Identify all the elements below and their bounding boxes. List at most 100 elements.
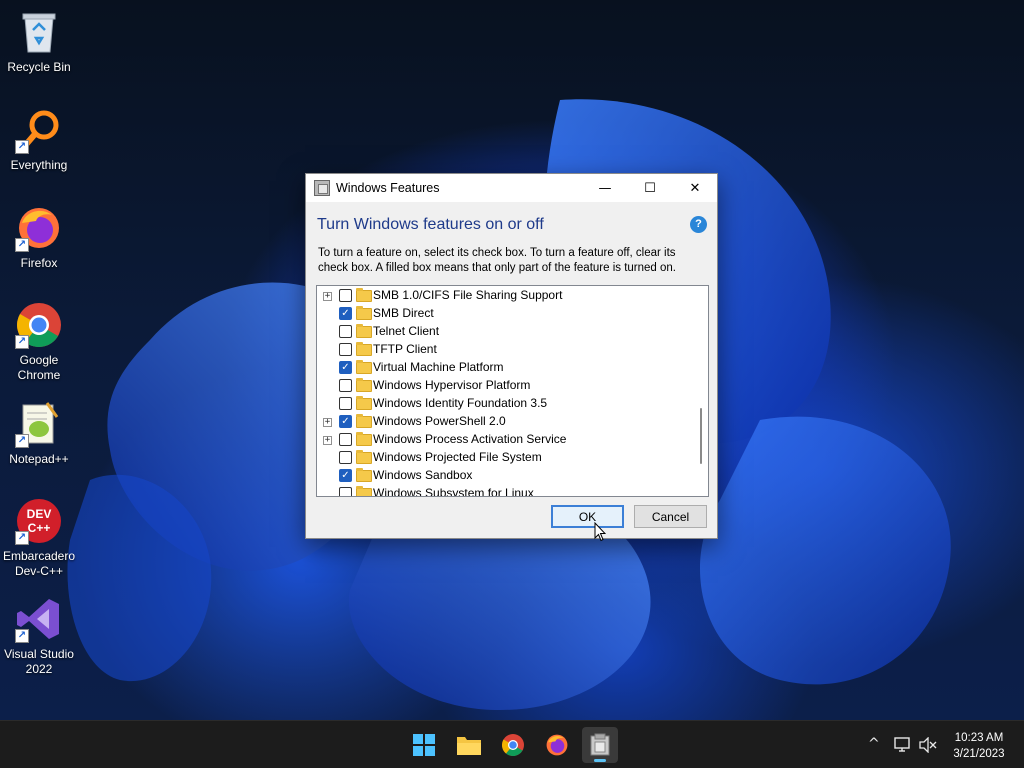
desktop-icon-label: Visual Studio 2022 xyxy=(4,647,74,676)
feature-row[interactable]: + SMB 1.0/CIFS File Sharing Support xyxy=(317,287,692,305)
close-button[interactable]: ✕ xyxy=(672,174,718,202)
help-icon[interactable]: ? xyxy=(690,216,707,233)
dialog-heading: Turn Windows features on or off xyxy=(317,216,544,233)
active-app-indicator xyxy=(594,759,606,762)
folder-icon xyxy=(356,432,372,446)
dialog-header: Turn Windows features on or off ? xyxy=(306,202,717,240)
desktop-icon-recycle-bin[interactable]: Recycle Bin xyxy=(2,8,76,75)
folder-icon xyxy=(356,306,372,320)
feature-checkbox[interactable] xyxy=(339,289,352,302)
taskbar-firefox[interactable] xyxy=(539,727,575,763)
desktop-icon-google-chrome[interactable]: ↗ Google Chrome xyxy=(2,301,76,383)
desktop-icon-label: Everything xyxy=(10,158,68,172)
feature-label: Windows Sandbox xyxy=(373,468,473,482)
ok-button[interactable]: OK xyxy=(551,505,624,528)
desktop-icon-devcpp[interactable]: DEV C++ ↗ Embarcadero Dev-C++ xyxy=(2,497,76,579)
feature-checkbox[interactable] xyxy=(339,397,352,410)
feature-row[interactable]: ✓ Windows Sandbox xyxy=(317,467,692,485)
taskbar-clock[interactable]: 10:23 AM 3/21/2023 xyxy=(946,730,1012,762)
windows-features-icon xyxy=(590,733,610,756)
feature-row[interactable]: Windows Subsystem for Linux xyxy=(317,485,692,497)
feature-checkbox[interactable] xyxy=(339,487,352,496)
expand-icon[interactable]: + xyxy=(323,418,332,427)
taskbar: ^ 10:23 AM 3/21/2023 xyxy=(0,720,1024,768)
expand-icon[interactable]: + xyxy=(323,436,332,445)
cancel-button[interactable]: Cancel xyxy=(634,505,707,528)
dialog-description: To turn a feature on, select its check b… xyxy=(318,247,676,274)
feature-label: Telnet Client xyxy=(373,324,440,338)
shortcut-arrow-icon: ↗ xyxy=(15,434,29,448)
feature-row[interactable]: TFTP Client xyxy=(317,341,692,359)
folder-icon xyxy=(356,486,372,496)
mouse-cursor-icon xyxy=(594,522,606,542)
desktop-icon-everything[interactable]: ↗ Everything xyxy=(2,106,76,173)
show-hidden-icons-chevron-icon[interactable]: ^ xyxy=(868,736,880,752)
folder-icon xyxy=(457,737,481,755)
feature-label: Windows Hypervisor Platform xyxy=(373,378,531,392)
feature-checkbox[interactable] xyxy=(339,343,352,356)
dialog-titlebar[interactable]: Windows Features — ☐ ✕ xyxy=(306,174,717,202)
shortcut-arrow-icon: ↗ xyxy=(15,238,29,252)
feature-row[interactable]: ✓ Virtual Machine Platform xyxy=(317,359,692,377)
notepadpp-icon: ↗ xyxy=(15,400,63,448)
feature-checkbox[interactable] xyxy=(339,379,352,392)
feature-checkbox[interactable] xyxy=(339,451,352,464)
feature-checkbox[interactable] xyxy=(339,325,352,338)
desktop-icon-label: Firefox xyxy=(20,256,58,270)
feature-row[interactable]: + ✓ Windows PowerShell 2.0 xyxy=(317,413,692,431)
feature-label: Windows Process Activation Service xyxy=(373,432,567,446)
folder-icon xyxy=(356,378,372,392)
windows-start-icon xyxy=(413,734,435,756)
feature-checkbox[interactable] xyxy=(339,433,352,446)
expand-icon[interactable]: + xyxy=(323,292,332,301)
windows-features-icon xyxy=(314,180,330,196)
feature-row[interactable]: + Windows Process Activation Service xyxy=(317,431,692,449)
feature-label: TFTP Client xyxy=(373,342,437,356)
maximize-button[interactable]: ☐ xyxy=(627,174,673,202)
shortcut-arrow-icon: ↗ xyxy=(15,629,29,643)
network-icon[interactable] xyxy=(894,737,912,753)
volume-muted-icon[interactable] xyxy=(919,737,937,753)
feature-tree-scrollbar[interactable] xyxy=(700,408,702,464)
visual-studio-icon: ↗ xyxy=(15,595,63,643)
taskbar-start-button[interactable] xyxy=(406,727,442,763)
chrome-icon xyxy=(502,734,524,756)
shortcut-arrow-icon: ↗ xyxy=(15,531,29,545)
feature-label: Windows Identity Foundation 3.5 xyxy=(373,396,548,410)
feature-label: SMB Direct xyxy=(373,306,434,320)
folder-icon xyxy=(356,342,372,356)
feature-checkbox[interactable]: ✓ xyxy=(339,469,352,482)
shortcut-arrow-icon: ↗ xyxy=(15,140,29,154)
taskbar-chrome[interactable] xyxy=(495,727,531,763)
feature-row[interactable]: Telnet Client xyxy=(317,323,692,341)
feature-checkbox[interactable]: ✓ xyxy=(339,361,352,374)
feature-row[interactable]: Windows Hypervisor Platform xyxy=(317,377,692,395)
feature-label: SMB 1.0/CIFS File Sharing Support xyxy=(373,288,563,302)
firefox-icon: ↗ xyxy=(15,204,63,252)
feature-tree[interactable]: Windows Subsystem for Linux ✓ Windows Sand… xyxy=(316,285,709,497)
svg-text:C++: C++ xyxy=(28,521,51,535)
clock-date: 3/21/2023 xyxy=(953,748,1005,760)
desktop-icon-firefox[interactable]: ↗ Firefox xyxy=(2,204,76,271)
feature-checkbox[interactable]: ✓ xyxy=(339,307,352,320)
chrome-icon: ↗ xyxy=(15,301,63,349)
desktop-icon-label: Notepad++ xyxy=(9,452,69,466)
feature-row[interactable]: ✓ SMB Direct xyxy=(317,305,692,323)
folder-icon xyxy=(356,360,372,374)
taskbar-file-explorer[interactable] xyxy=(451,727,487,763)
feature-checkbox[interactable]: ✓ xyxy=(339,415,352,428)
everything-search-icon: ↗ xyxy=(15,106,63,154)
devcpp-icon: DEV C++ ↗ xyxy=(15,497,63,545)
feature-label: Windows Subsystem for Linux xyxy=(373,486,534,497)
feature-row[interactable]: Windows Identity Foundation 3.5 xyxy=(317,395,692,413)
feature-row[interactable]: Windows Projected File System xyxy=(317,449,692,467)
folder-icon xyxy=(356,468,372,482)
taskbar-windows-features[interactable] xyxy=(582,727,618,763)
feature-label: Virtual Machine Platform xyxy=(373,360,504,374)
folder-icon xyxy=(356,288,372,302)
desktop-icon-notepadpp[interactable]: ↗ Notepad++ xyxy=(2,400,76,467)
desktop-icon-label: Recycle Bin xyxy=(7,60,71,74)
minimize-button[interactable]: — xyxy=(582,174,628,202)
desktop-icon-visual-studio[interactable]: ↗ Visual Studio 2022 xyxy=(2,595,76,677)
desktop-icon-label: Embarcadero Dev-C++ xyxy=(2,549,76,578)
